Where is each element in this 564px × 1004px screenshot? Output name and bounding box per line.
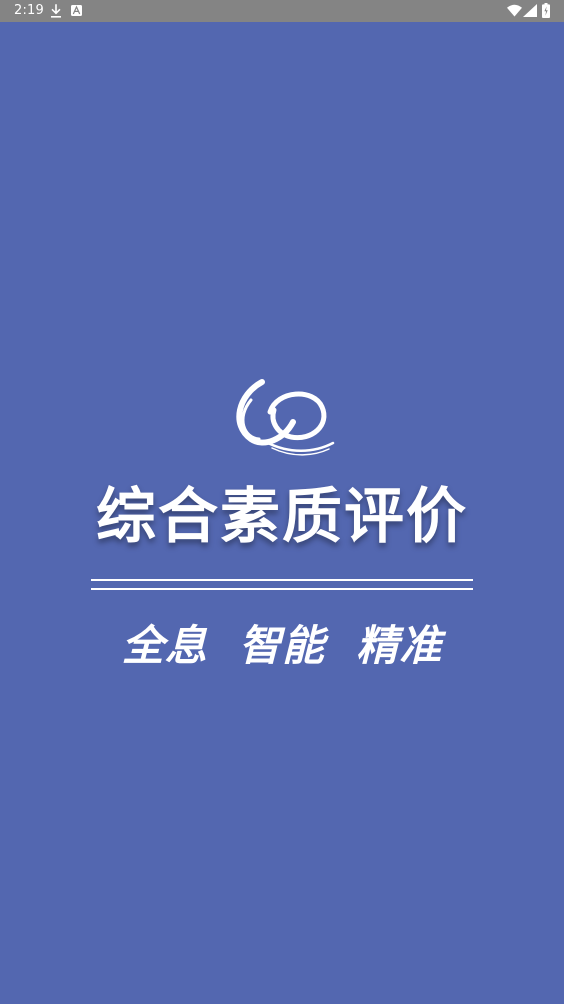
download-icon — [51, 4, 61, 18]
app-title: 综合素质评价 — [96, 482, 468, 552]
status-bar: 2:19 — [0, 0, 564, 22]
a-icon — [71, 5, 82, 16]
battery-icon — [542, 3, 550, 18]
splash-content: 综合素质评价 全息 智能 精准 — [0, 22, 564, 1004]
divider-line — [91, 579, 473, 581]
signal-icon — [523, 4, 537, 17]
logo-icon — [236, 379, 335, 456]
wifi-icon — [507, 4, 522, 17]
status-time: 2:19 — [14, 3, 44, 18]
splash-screen: 2:19 综合素质评价 全息 智能 精准 — [0, 0, 564, 1004]
divider-line — [91, 588, 473, 590]
slogan: 全息 智能 精准 — [121, 621, 443, 670]
